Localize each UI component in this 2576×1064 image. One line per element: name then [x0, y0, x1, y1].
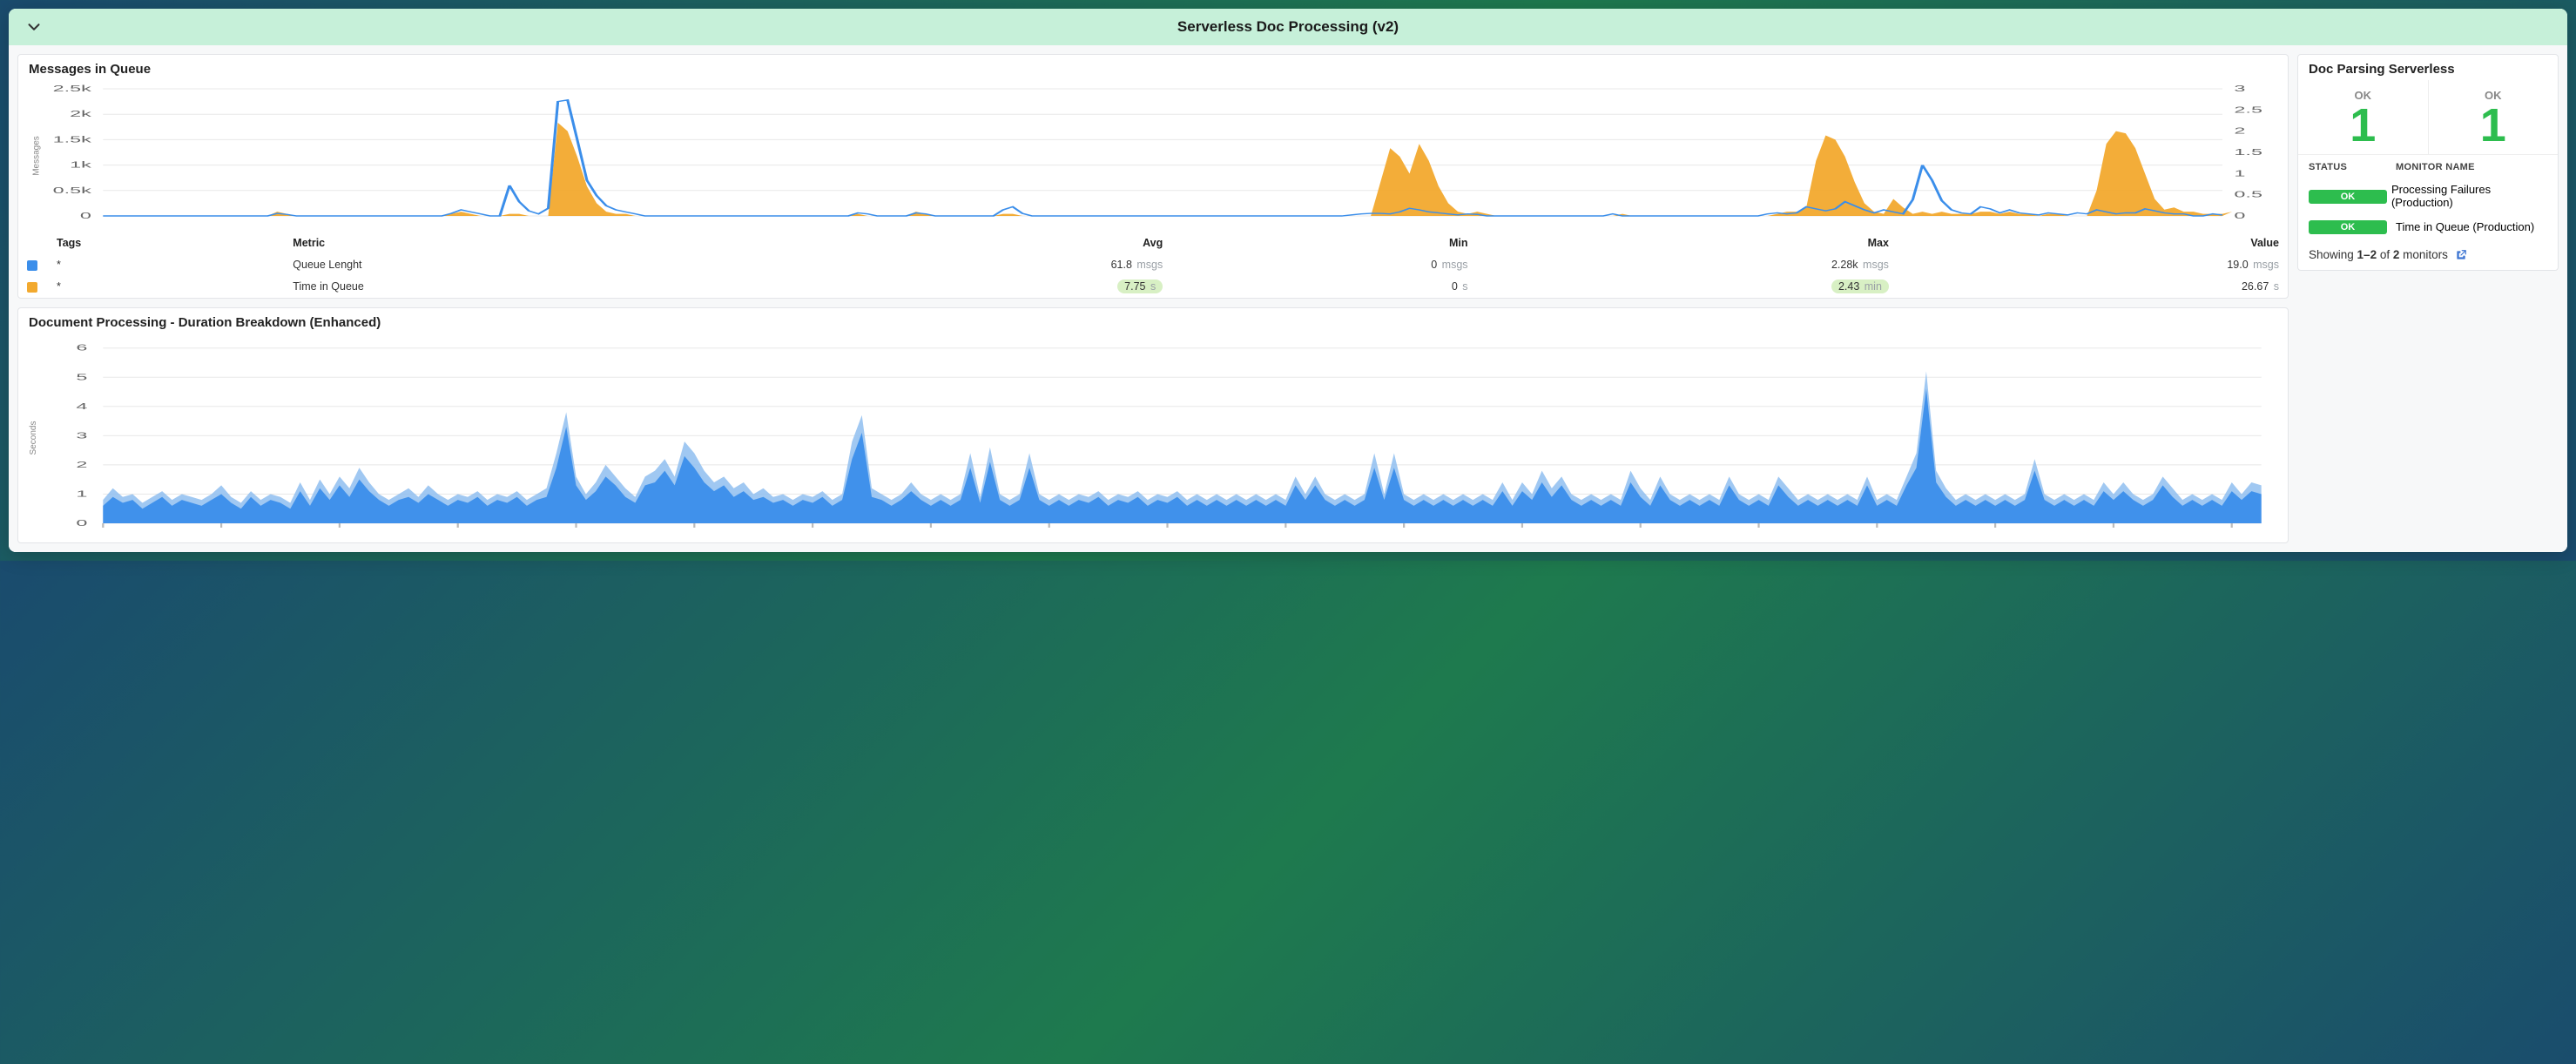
chart1-y1-label: Messages	[31, 136, 41, 176]
svg-text:0: 0	[76, 518, 87, 529]
svg-text:2.5k: 2.5k	[53, 84, 92, 93]
th-tags: Tags	[48, 232, 284, 254]
ok-summary-row: OK 1 OK 1	[2298, 80, 2558, 155]
svg-text:2: 2	[76, 460, 87, 470]
dashboard-frame: Serverless Doc Processing (v2) Messages …	[9, 9, 2567, 552]
legend-row[interactable]: *Time in Queue7.75 s0 s2.43 min26.67 s	[18, 275, 2288, 298]
monitor-name: Time in Queue (Production)	[2396, 220, 2534, 233]
svg-text:1: 1	[76, 488, 87, 499]
svg-text:1k: 1k	[70, 159, 92, 170]
card-monitors: Doc Parsing Serverless OK 1 OK 1 STATUS …	[2297, 54, 2559, 271]
side-title: Doc Parsing Serverless	[2298, 55, 2558, 80]
svg-text:0: 0	[2234, 211, 2245, 221]
svg-text:6: 6	[76, 342, 87, 353]
th-monitor-name: MONITOR NAME	[2396, 162, 2475, 172]
svg-text:0.5: 0.5	[2234, 189, 2262, 199]
th-max: Max	[1477, 232, 1898, 254]
chart2-plot[interactable]: 0 1 2 3 4 5 6	[25, 337, 2281, 537]
chart1-plot[interactable]: 0 0.5k 1k 1.5k 2k 2.5k 0 0.5 1 1.5 2 2.5 3	[25, 84, 2281, 232]
ok-cell-2[interactable]: OK 1	[2429, 80, 2559, 155]
th-status: STATUS	[2309, 162, 2396, 172]
svg-text:2.5: 2.5	[2234, 104, 2262, 115]
svg-text:5: 5	[76, 372, 87, 382]
monitor-row[interactable]: OK Time in Queue (Production)	[2298, 214, 2558, 239]
chart2-y-label: Seconds	[29, 421, 38, 455]
monitor-list-header: STATUS MONITOR NAME	[2298, 155, 2558, 178]
ok-cell-1[interactable]: OK 1	[2298, 80, 2429, 155]
chart2-title: Document Processing - Duration Breakdown…	[18, 308, 2288, 333]
dashboard-title: Serverless Doc Processing (v2)	[1177, 18, 1399, 36]
svg-text:2k: 2k	[70, 109, 92, 119]
chart1-title: Messages in Queue	[18, 55, 2288, 80]
svg-text:1.5: 1.5	[2234, 147, 2262, 158]
card-duration-breakdown: Document Processing - Duration Breakdown…	[17, 307, 2289, 543]
th-value: Value	[1898, 232, 2288, 254]
svg-text:1: 1	[2234, 168, 2245, 178]
svg-text:1.5k: 1.5k	[53, 134, 92, 145]
monitor-row[interactable]: OK Processing Failures (Production)	[2298, 178, 2558, 214]
svg-text:4: 4	[76, 401, 87, 412]
content-area: Messages in Queue Messages 0 0.5k 1k 1.5k 2k…	[9, 45, 2567, 552]
ok-count-1: 1	[2298, 102, 2428, 149]
chart1-legend-table: Tags Metric Avg Min Max Value *Queue Len…	[18, 232, 2288, 298]
svg-text:0.5k: 0.5k	[53, 185, 92, 196]
svg-text:3: 3	[2234, 84, 2245, 93]
th-metric: Metric	[284, 232, 781, 254]
collapse-chevron-icon[interactable]	[24, 17, 44, 37]
legend-row[interactable]: *Queue Lenght61.8 msgs0 msgs2.28k msgs19…	[18, 254, 2288, 275]
monitor-name: Processing Failures (Production)	[2391, 183, 2547, 209]
titlebar: Serverless Doc Processing (v2)	[9, 9, 2567, 45]
svg-text:2: 2	[2234, 125, 2245, 136]
status-badge: OK	[2309, 220, 2387, 234]
svg-text:0: 0	[80, 211, 91, 221]
status-badge: OK	[2309, 190, 2387, 204]
external-link-icon[interactable]	[2455, 249, 2467, 261]
th-min: Min	[1171, 232, 1476, 254]
card-messages-in-queue: Messages in Queue Messages 0 0.5k 1k 1.5k 2k…	[17, 54, 2289, 299]
th-avg: Avg	[781, 232, 1171, 254]
showing-summary: Showing 1–2 of 2 monitors	[2298, 239, 2558, 270]
svg-text:3: 3	[76, 430, 87, 441]
ok-count-2: 1	[2429, 102, 2559, 149]
